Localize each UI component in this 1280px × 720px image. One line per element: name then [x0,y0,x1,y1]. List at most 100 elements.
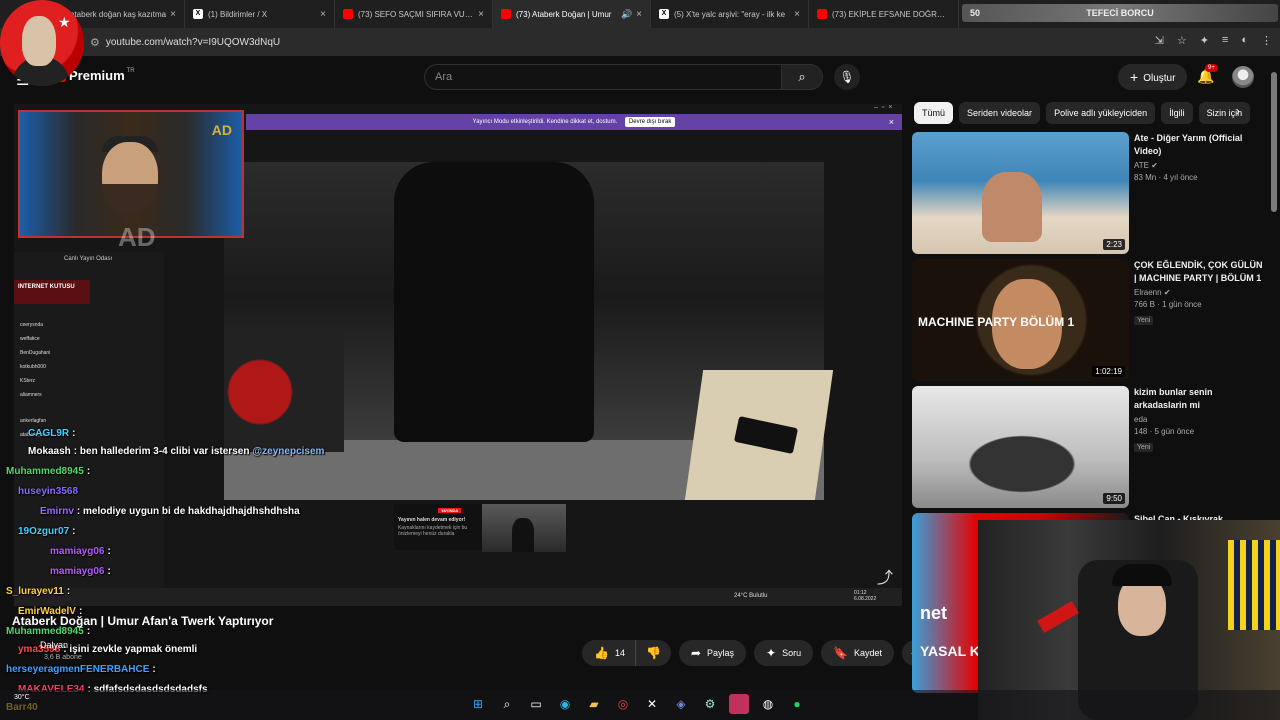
folder-icon[interactable]: ▰ [584,694,604,714]
ad-watermark: AD [118,222,156,252]
x-icon: X [659,9,669,19]
share-button[interactable]: ➦ Paylaş [678,640,746,666]
browser-tab[interactable]: (73) EKİPLE EFSANE DOĞRULUK [809,0,959,28]
chat-username: mamiayg06 [50,566,105,577]
browser-tab[interactable]: X (1) Bildirimler / X × [185,0,335,28]
voice-search-button[interactable]: 🎙 [834,64,860,90]
duration-badge: 2:23 [1103,239,1125,250]
overlay-chat-message: Muhammed8945: [6,466,90,477]
tab-close-icon[interactable]: × [636,9,642,20]
video-thumbnail[interactable]: 2:23 [912,132,1129,254]
browser-tab-strip: ★ ataberk doğan kaş kazıtma × X (1) Bild… [0,0,1280,86]
chip-uploader[interactable]: Polive adlı yükleyiciden [1046,102,1156,124]
chat-text: : [72,428,76,439]
overlay-chat-message: Mokaash: ben hallederim 3-4 clibi var is… [28,446,324,457]
video-actions: 👍 14 👎 ➦ Paylaş ✦ Soru 🔖 Kaydet ⋯ [582,640,929,666]
verified-icon: ✔ [1163,288,1171,297]
app-icon[interactable] [729,694,749,714]
recommendation-title[interactable]: kizim bunlar senin arkadaslarin mi [1134,386,1264,412]
internet-kutusu-logo: INTERNET KUTUSU [14,280,90,304]
save-button[interactable]: 🔖 Kaydet [821,640,895,666]
video-thumbnail[interactable]: 9:50 [912,386,1129,508]
overlay-chat-message: huseyin3568 [18,486,81,497]
speaker-icon[interactable]: 🔊 [621,9,632,20]
live-preview-card: YAYINDA Yayının halen devam ediyor! Kayn… [394,504,484,550]
recommendation-stats: 83 Mn · 4 yıl önce [1134,173,1198,182]
discord-icon[interactable]: ◈ [671,694,691,714]
spotify-icon[interactable]: ● [787,694,807,714]
recommendation-title[interactable]: ÇOK EĞLENDİK, ÇOK GÜLÜN | MACHINE PARTY … [1134,259,1264,285]
create-button[interactable]: + Oluştur [1118,64,1188,90]
chat-text: : melodiye uygun bi de hakdhajdhajdhshdh… [76,506,300,517]
task-view-icon[interactable]: ▭ [526,694,546,714]
chat-text: : [72,526,76,537]
chevron-right-icon[interactable]: › [1236,104,1240,118]
like-button[interactable]: 👍 14 [582,640,636,666]
x-icon: X [193,9,203,19]
overlay-chat-message: mamiayg06: [50,546,111,557]
browser-tab-active[interactable]: (73) Ataberk Doğan | Umur 🔊 × [493,0,651,28]
live-preview-thumbnail [482,504,566,552]
recommendation-channel[interactable]: ATE [1134,161,1149,170]
edge-icon[interactable]: ◉ [555,694,575,714]
profile-icon[interactable]: ◐ [1241,34,1248,47]
chat-username: Emirnv [40,506,74,517]
recommendation-channel[interactable]: eda [1134,415,1264,424]
new-badge: Yeni [1134,316,1154,325]
overlay-chat-message: mamiayg06: [50,566,111,577]
disable-streamer-mode-button[interactable]: Devre dışı bırak [624,117,676,127]
chip-all[interactable]: Tümü [914,102,954,124]
url-field[interactable]: youtube.com/watch?v=I9UQOW3dNqU [106,37,280,48]
tab-close-icon[interactable]: × [320,9,326,20]
streamer-webcam: AD [18,110,244,238]
chat-username: mamiayg06 [50,546,105,557]
windows-start-icon[interactable]: ⊞ [468,694,488,714]
sparkle-icon: ✦ [766,646,777,660]
recommendation-channel[interactable]: Elraenn [1134,288,1162,297]
video-player[interactable]: –▫× Yayıncı Modu etkinleştirildi. Kendin… [14,104,902,606]
extensions-icon[interactable]: ✦ [1200,34,1209,47]
dislike-button[interactable]: 👎 [635,640,671,666]
duration-badge: 1:02:19 [1092,366,1125,377]
video-thumbnail[interactable]: MACHINE PARTY BÖLÜM 1 1:02:19 [912,259,1129,381]
search-input[interactable]: Ara [424,64,782,90]
search-button[interactable]: ⌕ [781,64,823,90]
recommendation-item[interactable]: 2:23 Ate - Diğer Yarım (Official Video) … [912,132,1264,254]
recommendation-item[interactable]: MACHINE PARTY BÖLÜM 1 1:02:19 ÇOK EĞLEND… [912,259,1264,381]
thumbs-down-icon: 👎 [645,646,661,660]
tab-close-icon[interactable]: × [170,9,176,20]
miniplayer-icon[interactable]: ⤴ [877,564,893,588]
steam-icon[interactable]: ⚙ [700,694,720,714]
avatar[interactable] [1232,66,1254,88]
chip-for-you[interactable]: Sizin için [1198,102,1251,124]
x-app-icon[interactable]: ✕ [642,694,662,714]
scrollbar-thumb[interactable] [1271,72,1277,212]
bookmark-icon: 🔖 [833,646,849,660]
ask-button[interactable]: ✦ Soru [754,640,814,666]
menu-kebab-icon[interactable]: ⋮ [1261,34,1272,47]
chrome-icon[interactable]: ◎ [613,694,633,714]
banner-close-icon[interactable]: × [889,114,894,130]
media-control-icon[interactable]: ≡ [1222,34,1228,47]
tab-close-icon[interactable]: × [478,9,484,20]
site-info-icon[interactable]: ⚙ [90,36,100,49]
notifications-button[interactable]: 🔔 9+ [1197,64,1218,85]
chip-related[interactable]: İlgili [1161,102,1193,124]
overlay-chat-message: S_lurayev11: [6,586,70,597]
weather-widget[interactable]: 30°C [14,694,30,701]
chat-text: : [66,586,71,597]
browser-tab[interactable]: X (5) X'te yalc arşivi: "eray - ilk ke × [651,0,809,28]
recommendation-item[interactable]: 9:50 kizim bunlar senin arkadaslarin mi … [912,386,1264,508]
recommendation-title[interactable]: Ate - Diğer Yarım (Official Video) [1134,132,1264,158]
obs-icon[interactable]: ◍ [758,694,778,714]
filter-chips: Tümü Seriden videolar Polive adlı yükley… [914,102,1254,124]
chip-series[interactable]: Seriden videolar [959,102,1041,124]
search-icon[interactable]: ⌕ [497,694,517,714]
chat-text: : ben hallederim 3-4 clibi var istersen [73,446,250,457]
tab-close-icon[interactable]: × [794,9,800,20]
bookmark-star-icon[interactable]: ☆ [1177,34,1187,47]
browser-tab[interactable]: (73) SEFO SAÇMI SIFIRA VURD × [335,0,493,28]
install-icon[interactable]: ⇲ [1155,34,1164,47]
channel-name[interactable]: Dalyan [40,640,68,650]
window-controls[interactable]: –▫× [874,104,896,111]
